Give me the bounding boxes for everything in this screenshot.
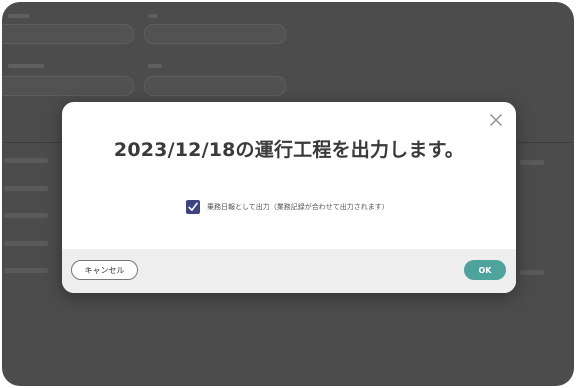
- bg-label: [148, 64, 162, 68]
- bg-row-text: [4, 213, 48, 218]
- bg-row-text: [4, 158, 48, 163]
- close-button[interactable]: [486, 110, 506, 130]
- dialog-footer: キャンセル OK: [62, 249, 516, 293]
- bg-row-text: [4, 241, 48, 246]
- bg-row-text: [520, 270, 544, 275]
- screen: 2023/12/18の運行工程を出力します。 乗務日報として出力（業務記録が合わ…: [2, 2, 574, 386]
- daily-report-option-label: 乗務日報として出力（業務記録が合わせて出力されます）: [207, 203, 389, 211]
- bg-row-text: [520, 160, 544, 165]
- bg-row-text: [4, 186, 48, 191]
- ok-button[interactable]: OK: [464, 260, 506, 280]
- bg-label: [8, 14, 30, 18]
- bg-field: [144, 24, 286, 44]
- export-dialog: 2023/12/18の運行工程を出力します。 乗務日報として出力（業務記録が合わ…: [62, 102, 516, 293]
- bg-field: [144, 76, 286, 96]
- dialog-title: 2023/12/18の運行工程を出力します。: [113, 139, 465, 161]
- daily-report-option[interactable]: 乗務日報として出力（業務記録が合わせて出力されます）: [186, 198, 389, 216]
- bg-label: [148, 14, 158, 18]
- bg-field: [2, 24, 134, 44]
- cancel-button[interactable]: キャンセル: [71, 260, 138, 280]
- close-icon: [490, 114, 502, 126]
- bg-row-text: [4, 268, 48, 273]
- check-icon: [188, 202, 198, 211]
- daily-report-checkbox[interactable]: [186, 200, 200, 214]
- bg-label: [8, 64, 44, 68]
- bg-field: [2, 76, 134, 96]
